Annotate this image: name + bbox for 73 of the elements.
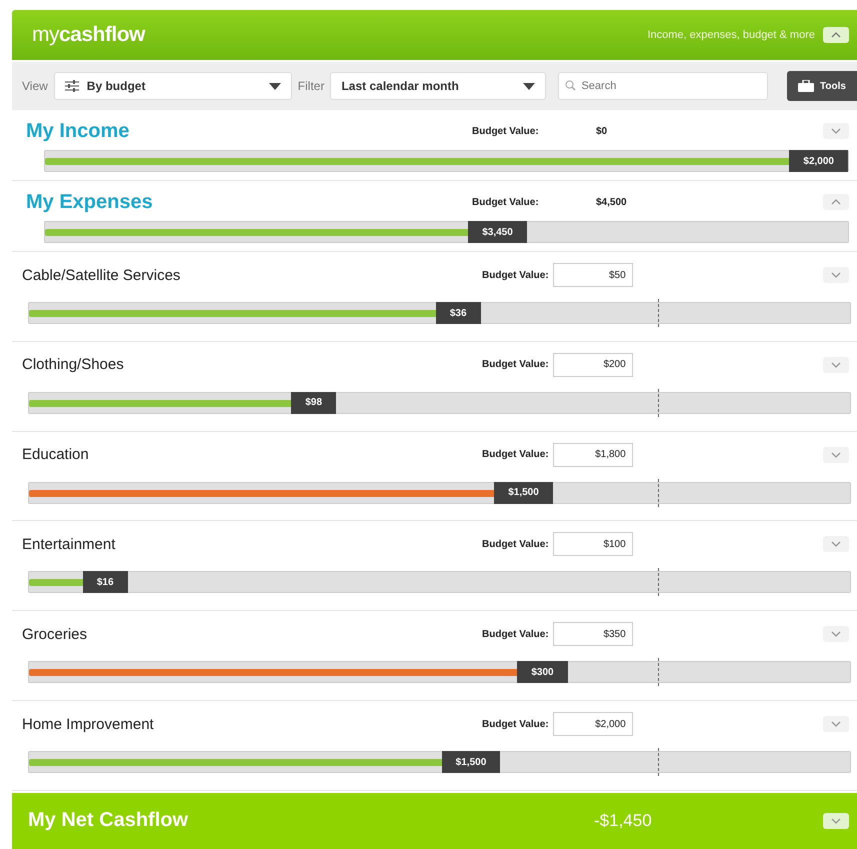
amount-label: $300 <box>517 661 568 684</box>
amount-label: $98 <box>291 392 336 414</box>
search-field[interactable]: Search <box>558 72 768 100</box>
budget-label: Budget Value: <box>472 196 540 208</box>
budget-input[interactable]: $100 <box>552 532 633 556</box>
category-name: Clothing/Shoes <box>22 356 125 374</box>
chevron-button[interactable] <box>823 267 849 283</box>
caret-icon <box>268 82 281 90</box>
category-name: Groceries <box>22 626 88 643</box>
budget-input[interactable]: $200 <box>552 352 633 377</box>
view-label: View <box>22 79 48 93</box>
chevron-icon <box>831 362 841 368</box>
chevron-button[interactable] <box>823 536 849 552</box>
budget-marker <box>658 388 659 417</box>
net-value: -$1,450 <box>594 810 652 831</box>
budget-marker <box>658 299 659 327</box>
chevron-icon <box>831 541 841 548</box>
chevron-button[interactable] <box>823 716 849 732</box>
section-title: My Income <box>26 120 130 142</box>
chevron-icon <box>831 452 841 458</box>
budget-marker <box>658 658 659 686</box>
chevron-button[interactable] <box>823 812 849 829</box>
amount-label: $1,500 <box>494 482 553 504</box>
category-name: Home Improvement <box>22 716 155 733</box>
amount-label: $3,450 <box>468 221 527 243</box>
amount-label: $16 <box>82 571 128 594</box>
budget-input[interactable]: $350 <box>552 622 633 646</box>
chevron-button[interactable] <box>823 194 849 210</box>
category-name: Education <box>22 446 90 464</box>
budget-input[interactable]: $2,000 <box>552 712 633 736</box>
amount-label: $36 <box>436 302 481 324</box>
sliders-icon <box>64 80 79 92</box>
category-name: Entertainment <box>22 536 116 553</box>
toolbox-icon <box>798 80 814 92</box>
chevron-button[interactable] <box>823 446 849 463</box>
chevron-button[interactable] <box>823 626 849 642</box>
budget-label: Budget Value: <box>482 538 549 550</box>
budget-label: Budget Value: <box>482 718 549 730</box>
section-title: My Expenses <box>26 190 154 214</box>
chevron-icon <box>831 631 841 638</box>
budget-value: $0 <box>596 126 608 136</box>
chevron-button[interactable] <box>823 123 849 139</box>
amount-label: $1,500 <box>442 751 500 774</box>
amount-label: $2,000 <box>789 150 848 172</box>
budget-input[interactable]: $50 <box>552 263 633 287</box>
chevron-icon <box>831 818 841 824</box>
chevron-icon <box>831 199 841 205</box>
collapse-button[interactable] <box>823 27 849 43</box>
filter-dropdown[interactable]: Last calendar month <box>330 72 546 100</box>
chevron-icon <box>831 721 841 728</box>
budget-value: $4,500 <box>596 196 627 208</box>
budget-label: Budget Value: <box>472 126 540 136</box>
tools-button[interactable]: Tools <box>787 71 857 101</box>
view-dropdown[interactable]: By budget <box>54 72 292 100</box>
budget-marker <box>658 478 659 507</box>
net-title: My Net Cashflow <box>28 809 190 832</box>
budget-marker <box>658 748 659 776</box>
budget-input[interactable]: $1,800 <box>552 442 633 467</box>
app-logo: mycashflow <box>32 23 145 47</box>
budget-label: Budget Value: <box>482 270 549 280</box>
app-tagline: Income, expenses, budget & more <box>647 29 815 41</box>
filter-label: Filter <box>298 79 324 93</box>
chevron-icon <box>831 32 841 38</box>
caret-icon <box>523 82 536 90</box>
chevron-icon <box>831 272 841 278</box>
budget-label: Budget Value: <box>482 359 549 370</box>
budget-label: Budget Value: <box>482 628 549 640</box>
budget-label: Budget Value: <box>482 449 549 460</box>
category-name: Cable/Satellite Services <box>22 266 182 284</box>
chevron-icon <box>831 128 841 134</box>
budget-marker <box>658 568 659 596</box>
chevron-button[interactable] <box>823 356 849 373</box>
search-icon <box>565 80 576 91</box>
